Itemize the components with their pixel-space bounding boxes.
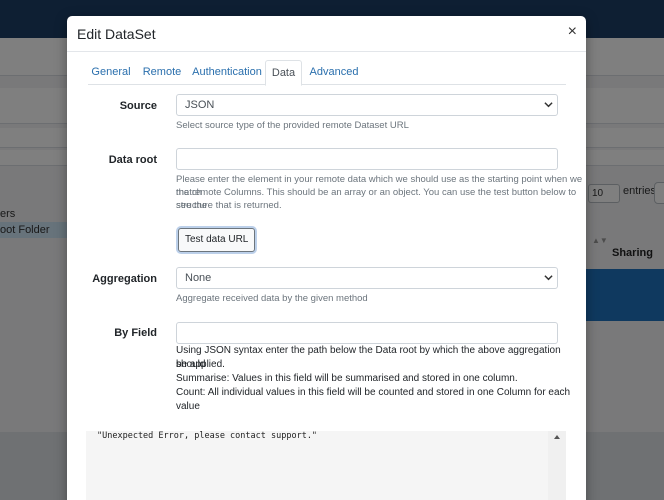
test-output-text: "Unexpected Error, please contact suppor…: [97, 431, 318, 441]
aggregation-label: Aggregation: [92, 273, 157, 285]
by-field-label: By Field: [114, 327, 157, 339]
by-field-help-line: Using JSON syntax enter the path below t…: [176, 345, 561, 370]
close-icon[interactable]: ×: [568, 23, 577, 41]
chevron-down-icon: [544, 102, 553, 108]
by-field-help-line: be applied.: [176, 359, 225, 370]
tab-bar: General Remote Authentication Data Advan…: [88, 60, 566, 86]
by-field-help-line: Summarise: Values in this field will be …: [176, 373, 518, 384]
source-label: Source: [119, 100, 157, 112]
source-help: Select source type of the provided remot…: [176, 120, 409, 131]
tab-advanced[interactable]: Advanced: [307, 60, 361, 85]
by-field-help-line: Count: All individual values in this fie…: [176, 387, 571, 398]
scroll-up-arrow-icon[interactable]: [554, 435, 560, 439]
aggregation-help: Aggregate received data by the given met…: [176, 293, 368, 304]
data-root-help-line: structure that is returned.: [176, 200, 282, 211]
source-select-value: JSON: [185, 99, 215, 111]
source-select[interactable]: JSON: [176, 94, 558, 116]
data-root-label: Data root: [108, 154, 157, 166]
tab-authentication[interactable]: Authentication: [192, 60, 262, 85]
test-data-url-button[interactable]: Test data URL: [178, 228, 256, 252]
tab-remote[interactable]: Remote: [139, 60, 185, 85]
aggregation-select-value: None: [185, 272, 212, 284]
test-output-panel[interactable]: "Unexpected Error, please contact suppor…: [86, 431, 566, 500]
modal-header: Edit DataSet ×: [67, 16, 586, 52]
by-field-input[interactable]: [176, 322, 558, 344]
by-field-help-line: value: [176, 401, 200, 412]
aggregation-select[interactable]: None: [176, 267, 558, 289]
tab-general[interactable]: General: [88, 60, 134, 85]
modal-title: Edit DataSet: [77, 26, 156, 42]
tab-data[interactable]: Data: [265, 60, 302, 86]
data-root-input[interactable]: [176, 148, 558, 170]
chevron-down-icon: [544, 275, 553, 281]
output-scrollbar[interactable]: [548, 431, 566, 500]
edit-dataset-modal: Edit DataSet × General Remote Authentica…: [67, 16, 586, 500]
